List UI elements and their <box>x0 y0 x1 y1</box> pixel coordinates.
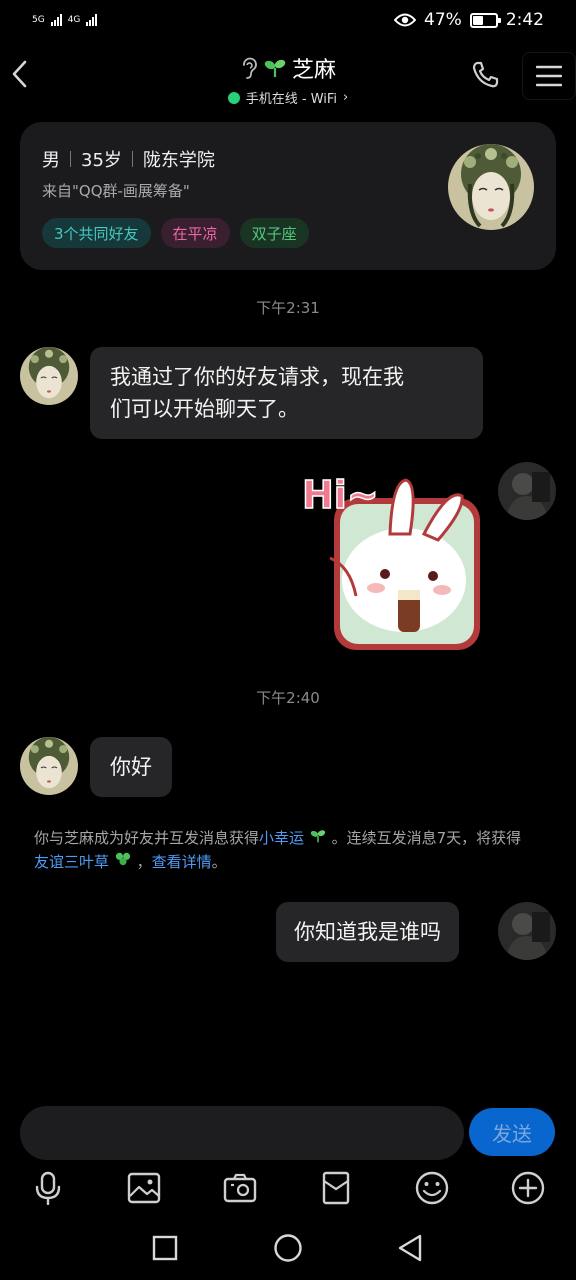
clock: 2:42 <box>505 10 544 30</box>
phone-icon <box>472 61 499 88</box>
tag-zodiac: 双子座 <box>239 218 309 248</box>
system-text: 你与芝麻成为好友并互发消息获得 <box>34 829 260 847</box>
home-icon <box>274 1234 302 1262</box>
profile-tags: 3个共同好友 在平凉 双子座 <box>42 218 309 248</box>
camera-icon <box>223 1173 257 1203</box>
chevron-right-icon: › <box>343 90 349 105</box>
network-type-right: 4G <box>67 15 81 25</box>
my-avatar[interactable] <box>498 462 556 520</box>
sprout-icon <box>310 830 325 843</box>
message-bubble-received[interactable]: 我通过了你的好友请求，现在我 们可以开始聊天了。 <box>90 347 483 439</box>
timestamp: 下午2:31 <box>256 299 320 317</box>
system-back-button[interactable] <box>390 1228 430 1268</box>
contact-avatar-large[interactable] <box>448 144 534 230</box>
contact-avatar[interactable] <box>20 737 78 795</box>
message-text: 你好 <box>110 755 152 779</box>
tag-mutual-friends[interactable]: 3个共同好友 <box>42 218 151 248</box>
system-notice: 你与芝麻成为好友并互发消息获得小幸运 。连续互发消息7天，将获得友谊三叶草 ，查… <box>34 826 534 874</box>
school: 陇东学院 <box>142 150 215 171</box>
contact-avatar[interactable] <box>20 347 78 405</box>
network-type-left: 5G <box>32 15 45 25</box>
contact-name[interactable]: 芝麻 <box>292 52 336 84</box>
ear-icon[interactable] <box>240 56 258 80</box>
more-functions-button[interactable] <box>508 1168 548 1208</box>
hi-sticker[interactable]: Hi~ <box>298 462 484 656</box>
online-status[interactable]: 手机在线 - WiFi › <box>0 88 576 107</box>
message-bubble-received[interactable]: 你好 <box>90 737 172 797</box>
send-button[interactable]: 发送 <box>469 1108 555 1156</box>
home-button[interactable] <box>268 1228 308 1268</box>
eye-icon <box>394 13 417 27</box>
microphone-icon <box>35 1171 61 1205</box>
voice-call-button[interactable] <box>470 60 500 90</box>
profile-card[interactable]: 男 35岁 陇东学院 来自"QQ群-画展筹备" 3个共同好友 在平凉 双子座 <box>20 122 556 270</box>
red-packet-icon <box>322 1171 350 1205</box>
more-menu-button[interactable] <box>522 52 576 100</box>
red-packet-button[interactable] <box>316 1168 356 1208</box>
camera-button[interactable] <box>220 1168 260 1208</box>
voice-button[interactable] <box>28 1168 68 1208</box>
system-navigation-bar <box>0 1228 576 1268</box>
battery-percent: 47% <box>424 10 462 30</box>
menu-icon <box>536 65 562 87</box>
message-text: 你知道我是谁吗 <box>294 920 441 944</box>
divider <box>70 151 71 167</box>
back-icon <box>398 1234 422 1262</box>
divider <box>131 151 133 167</box>
sprout-icon <box>264 59 286 77</box>
photo-button[interactable] <box>124 1168 164 1208</box>
online-dot-icon <box>227 91 240 104</box>
battery-icon <box>469 12 501 28</box>
sticker-caption: Hi~ <box>302 473 379 517</box>
input-toolbar <box>0 1168 576 1208</box>
status-bar: 5G 4G 47% 2:42 <box>0 0 576 40</box>
user-photo-avatar <box>498 462 556 520</box>
profile-basic-info: 男 35岁 陇东学院 <box>42 146 215 172</box>
clover-link[interactable]: 友谊三叶草 <box>34 853 109 871</box>
chat-header: 芝麻 手机在线 - WiFi › <box>0 44 576 108</box>
user-photo-avatar <box>498 902 556 960</box>
lucky-badge-link[interactable]: 小幸运 <box>259 829 304 847</box>
add-icon <box>511 1171 545 1205</box>
system-text: ， <box>136 853 152 871</box>
opera-portrait-avatar <box>448 144 534 230</box>
message-text-line: 我通过了你的好友请求，现在我 <box>110 365 404 389</box>
tag-location: 在平凉 <box>160 218 230 248</box>
emoji-button[interactable] <box>412 1168 452 1208</box>
opera-portrait-avatar <box>20 737 78 795</box>
age: 35岁 <box>81 150 122 171</box>
signal-icon <box>50 14 62 26</box>
emoji-icon <box>415 1171 449 1205</box>
clover-icon <box>115 852 130 866</box>
gender: 男 <box>42 150 60 171</box>
view-details-link[interactable]: 查看详情 <box>152 853 212 871</box>
opera-portrait-avatar <box>20 347 78 405</box>
my-avatar[interactable] <box>498 902 556 960</box>
signal-indicators: 5G 4G <box>32 14 98 26</box>
recent-apps-button[interactable] <box>145 1228 185 1268</box>
recent-apps-icon <box>152 1235 178 1261</box>
online-status-text: 手机在线 - WiFi <box>245 92 338 107</box>
signal-icon-2 <box>86 14 98 26</box>
timestamp: 下午2:40 <box>256 689 320 707</box>
message-text-line: 们可以开始聊天了。 <box>110 397 299 421</box>
message-input[interactable] <box>20 1106 464 1160</box>
friend-source: 来自"QQ群-画展筹备" <box>42 182 190 200</box>
battery-fill <box>472 15 484 25</box>
system-text: 。 <box>211 853 227 871</box>
system-text: 。连续互发消息7天，将获得 <box>331 829 522 847</box>
image-icon <box>127 1172 161 1204</box>
bunny-sticker-image: Hi~ <box>301 472 480 650</box>
message-bubble-sent[interactable]: 你知道我是谁吗 <box>276 902 459 962</box>
